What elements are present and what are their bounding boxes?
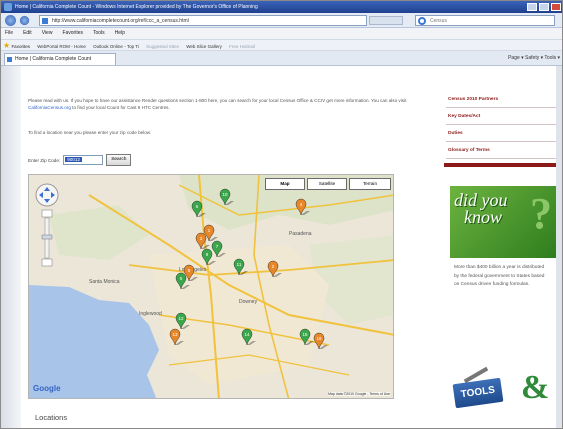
tab-home[interactable]: Home | California Complete Count [4, 53, 116, 65]
refresh-stop-icons[interactable] [369, 16, 403, 25]
did-you-know-text: did you know [454, 191, 508, 227]
window-title: Home | California Complete Count - Windo… [15, 4, 258, 10]
map-marker-label: 14 [244, 332, 250, 337]
tab-bar: Home | California Complete Count Page ▾ … [1, 51, 562, 66]
map-marker-label: 15 [302, 332, 308, 337]
search-provider-icon [418, 17, 426, 25]
svg-text:Downey: Downey [239, 299, 258, 305]
map-canvas: Santa Monica Los Angeles Downey Inglewoo… [29, 175, 393, 398]
location-map[interactable]: Santa Monica Los Angeles Downey Inglewoo… [28, 174, 394, 399]
tab-favicon-icon [7, 57, 12, 62]
menu-view[interactable]: View [42, 28, 53, 39]
command-bar-text: Page ▾ Safety ▾ Tools ▾ [508, 55, 560, 61]
maximize-icon[interactable] [539, 3, 549, 11]
favorites-label[interactable]: Favorites [11, 44, 30, 49]
window-controls [527, 3, 561, 11]
map-terms[interactable]: Map data ©2010 Google - Terms of Use [328, 392, 390, 396]
map-marker-label: 11 [237, 262, 242, 267]
map-type-terrain[interactable]: Terrain [349, 178, 391, 190]
tab-label: Home | California Complete Count [15, 56, 92, 62]
menu-tools[interactable]: Tools [93, 28, 105, 39]
favorites-bar: ★ Favorites WebPortal ROM - Home Outlook… [1, 39, 562, 51]
search-button[interactable]: Search [106, 154, 132, 166]
close-icon[interactable] [551, 3, 561, 11]
sidebar-item-duties[interactable]: Duties [446, 125, 556, 142]
window-titlebar: Home | California Complete Count - Windo… [1, 1, 562, 13]
page-icon [42, 18, 48, 24]
menu-favorites[interactable]: Favorites [62, 28, 83, 39]
map-type-map[interactable]: Map [265, 178, 305, 190]
census-link[interactable]: CaliforniaCensus.org [28, 105, 71, 110]
search-placeholder: Census [430, 18, 447, 24]
zip-instructions: To find a location near you please enter… [28, 130, 152, 135]
svg-text:Pasadena: Pasadena [289, 231, 312, 237]
menu-file[interactable]: File [5, 28, 13, 39]
vertical-scrollbar[interactable] [556, 66, 562, 428]
sidebar-item-glossary[interactable]: Glossary of Terms [446, 142, 556, 159]
map-marker-label: 12 [178, 316, 184, 321]
google-logo[interactable]: Google [33, 384, 61, 393]
url-text: http://www.californiacompletecount.org/r… [52, 18, 189, 24]
tools-ampersand: & [521, 369, 550, 406]
sidebar-nav: Census 2010 Partners Key Dates/Act Dutie… [446, 91, 556, 159]
url-input[interactable]: http://www.californiacompletecount.org/r… [39, 15, 367, 26]
search-input[interactable]: Census [415, 15, 555, 26]
intro-text: Please read with us. If you hope to have… [28, 98, 407, 103]
sidebar-item-key-dates[interactable]: Key Dates/Act [446, 108, 556, 125]
map-marker-label: 16 [316, 336, 322, 341]
did-you-know-banner: ? did you know [450, 186, 556, 258]
svg-text:Inglewood: Inglewood [139, 311, 162, 317]
page-left-margin [1, 66, 21, 428]
locations-heading: Locations [35, 413, 68, 422]
map-type-satellite[interactable]: Satellite [307, 178, 347, 190]
command-bar[interactable]: Page ▾ Safety ▾ Tools ▾ [508, 54, 560, 63]
zip-label: Enter Zip Code: [28, 157, 61, 163]
zip-input[interactable]: 90012 [63, 155, 104, 165]
intro-paragraph: Please read with us. If you hope to have… [28, 97, 428, 111]
favorite-link[interactable]: Suggested Sites [146, 44, 179, 49]
map-marker-label: 10 [222, 192, 228, 197]
menu-edit[interactable]: Edit [23, 28, 32, 39]
menu-bar: File Edit View Favorites Tools Help [1, 28, 562, 39]
favorite-link[interactable]: Web Slice Gallery [186, 44, 222, 49]
favorite-link[interactable]: WebPortal ROM - Home [37, 44, 86, 49]
zip-search-form: Enter Zip Code: 90012 Search [28, 153, 132, 167]
favorite-link[interactable]: Outlook Online - Top Ti [93, 44, 139, 49]
sidebar-divider [444, 163, 556, 167]
back-icon[interactable] [5, 15, 16, 26]
address-bar: http://www.californiacompletecount.org/r… [1, 13, 562, 28]
map-marker-label: 13 [172, 332, 178, 337]
question-mark-icon: ? [530, 189, 552, 238]
sidebar-item-partners[interactable]: Census 2010 Partners [446, 91, 556, 108]
dyk-line2: know [464, 207, 502, 227]
minimize-icon[interactable] [527, 3, 537, 11]
intro-text-end: to find your local Count for Cast 9 HTC … [70, 105, 170, 111]
ie-icon [4, 3, 12, 11]
svg-text:Santa Monica: Santa Monica [89, 279, 120, 285]
favorite-link[interactable]: Free Hotmail [229, 44, 255, 49]
menu-help[interactable]: Help [115, 28, 125, 39]
favorites-star-icon[interactable]: ★ [3, 41, 10, 50]
zip-value: 90012 [65, 157, 82, 162]
forward-icon[interactable] [19, 15, 30, 26]
browser-window: Home | California Complete Count - Windo… [0, 0, 563, 429]
census-fact: More than $400 billion a year is distrib… [454, 265, 545, 287]
